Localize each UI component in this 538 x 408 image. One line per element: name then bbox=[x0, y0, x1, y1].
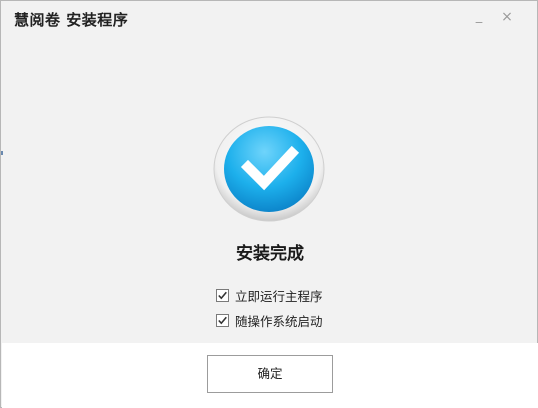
install-complete-text: 安装完成 bbox=[236, 244, 304, 264]
run-main-program-option[interactable]: 立即运行主程序 bbox=[216, 287, 323, 304]
check-circle-icon bbox=[210, 113, 328, 223]
window-title: 慧阅卷 安装程序 bbox=[14, 11, 129, 29]
run-main-program-checkbox[interactable] bbox=[216, 289, 229, 302]
checkmark-icon bbox=[218, 316, 227, 325]
start-with-system-label: 随操作系统启动 bbox=[235, 314, 323, 329]
start-with-system-checkbox[interactable] bbox=[216, 314, 229, 327]
edge-mark bbox=[1, 151, 3, 155]
run-main-program-label: 立即运行主程序 bbox=[235, 289, 323, 304]
start-with-system-option[interactable]: 随操作系统启动 bbox=[216, 312, 323, 329]
minimize-button[interactable]: _ bbox=[468, 7, 490, 27]
installer-window: 慧阅卷 安装程序 _ × 安装完成 立即运行主程序 随操作系统启动 确定 bbox=[0, 0, 538, 408]
checkmark-icon bbox=[218, 291, 227, 300]
confirm-button[interactable]: 确定 bbox=[207, 355, 333, 393]
close-button[interactable]: × bbox=[496, 7, 518, 27]
